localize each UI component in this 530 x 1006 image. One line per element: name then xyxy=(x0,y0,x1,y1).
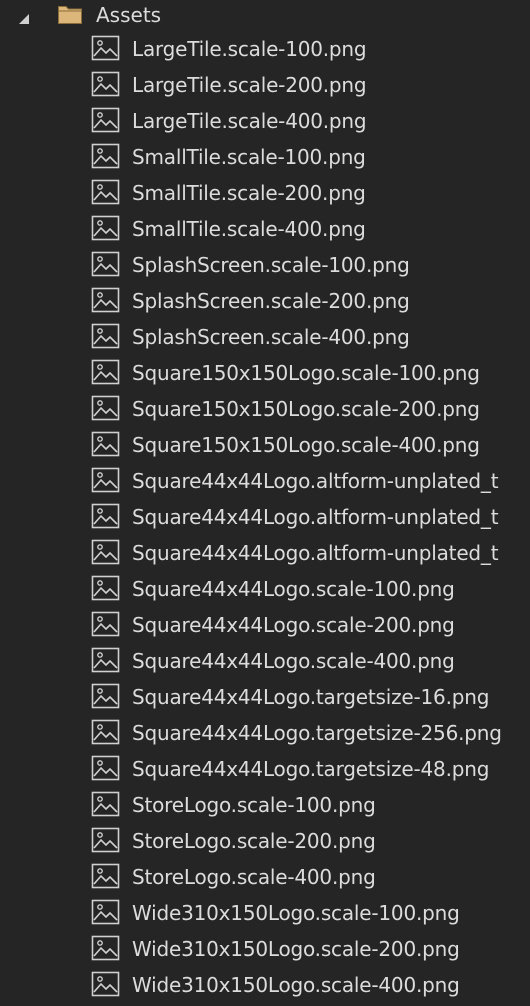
file-label: StoreLogo.scale-400.png xyxy=(132,865,376,889)
image-file-icon xyxy=(91,611,120,637)
file-label: LargeTile.scale-100.png xyxy=(132,37,367,61)
file-item[interactable]: Square150x150Logo.scale-200.png xyxy=(0,392,530,428)
file-label: Square44x44Logo.targetsize-256.png xyxy=(132,721,502,745)
image-file-icon xyxy=(91,143,120,169)
file-label: Square44x44Logo.altform-unplated_t xyxy=(132,469,499,493)
file-item[interactable]: Square44x44Logo.scale-100.png xyxy=(0,572,530,608)
file-item[interactable]: SmallTile.scale-200.png xyxy=(0,176,530,212)
file-label: Square150x150Logo.scale-100.png xyxy=(132,361,480,385)
file-label: Wide310x150Logo.scale-200.png xyxy=(132,937,460,961)
image-file-icon xyxy=(91,107,120,133)
file-label: Square44x44Logo.altform-unplated_t xyxy=(132,541,499,565)
image-file-icon xyxy=(91,791,120,817)
file-label: Square150x150Logo.scale-200.png xyxy=(132,397,480,421)
file-label: LargeTile.scale-200.png xyxy=(132,73,367,97)
file-label: LargeTile.scale-400.png xyxy=(132,109,367,133)
image-file-icon xyxy=(91,359,120,385)
file-item[interactable]: Square44x44Logo.scale-200.png xyxy=(0,608,530,644)
image-file-icon xyxy=(91,827,120,853)
file-item[interactable]: Square150x150Logo.scale-100.png xyxy=(0,356,530,392)
image-file-icon xyxy=(91,683,120,709)
image-file-icon xyxy=(91,35,120,61)
image-file-icon xyxy=(91,467,120,493)
file-label: SmallTile.scale-400.png xyxy=(132,217,366,241)
image-file-icon xyxy=(91,503,120,529)
image-file-icon xyxy=(91,287,120,313)
image-file-icon xyxy=(91,863,120,889)
file-item[interactable]: Square44x44Logo.targetsize-16.png xyxy=(0,680,530,716)
file-label: Square44x44Logo.targetsize-48.png xyxy=(132,757,490,781)
file-item[interactable]: StoreLogo.scale-100.png xyxy=(0,788,530,824)
file-item[interactable]: Wide310x150Logo.scale-400.png xyxy=(0,968,530,1004)
image-file-icon xyxy=(91,215,120,241)
file-item[interactable]: Wide310x150Logo.scale-100.png xyxy=(0,896,530,932)
file-label: StoreLogo.scale-100.png xyxy=(132,793,376,817)
file-item[interactable]: SplashScreen.scale-100.png xyxy=(0,248,530,284)
file-item[interactable]: Square44x44Logo.altform-unplated_t xyxy=(0,536,530,572)
file-label: Square44x44Logo.scale-200.png xyxy=(132,613,455,637)
file-item[interactable]: Square44x44Logo.scale-400.png xyxy=(0,644,530,680)
file-item[interactable]: Square150x150Logo.scale-400.png xyxy=(0,428,530,464)
solution-explorer-tree: Assets LargeTile.scale-100.png LargeTile.… xyxy=(0,0,530,1006)
file-list: LargeTile.scale-100.png LargeTile.scale-2… xyxy=(0,32,530,1004)
file-label: Square44x44Logo.scale-100.png xyxy=(132,577,455,601)
file-item[interactable]: Square44x44Logo.altform-unplated_t xyxy=(0,464,530,500)
file-item[interactable]: SplashScreen.scale-400.png xyxy=(0,320,530,356)
file-label: Wide310x150Logo.scale-100.png xyxy=(132,901,460,925)
image-file-icon xyxy=(91,899,120,925)
file-item[interactable]: SmallTile.scale-100.png xyxy=(0,140,530,176)
image-file-icon xyxy=(91,395,120,421)
file-label: Square44x44Logo.altform-unplated_t xyxy=(132,505,499,529)
file-item[interactable]: LargeTile.scale-100.png xyxy=(0,32,530,68)
image-file-icon xyxy=(91,539,120,565)
image-file-icon xyxy=(91,755,120,781)
image-file-icon xyxy=(91,323,120,349)
image-file-icon xyxy=(91,179,120,205)
file-item[interactable]: LargeTile.scale-400.png xyxy=(0,104,530,140)
image-file-icon xyxy=(91,719,120,745)
image-file-icon xyxy=(91,251,120,277)
image-file-icon xyxy=(91,935,120,961)
file-item[interactable]: StoreLogo.scale-200.png xyxy=(0,824,530,860)
folder-icon xyxy=(57,3,83,25)
expanded-arrow-icon[interactable] xyxy=(17,7,31,24)
file-label: StoreLogo.scale-200.png xyxy=(132,829,376,853)
image-file-icon xyxy=(91,647,120,673)
folder-label: Assets xyxy=(96,3,162,27)
file-item[interactable]: SmallTile.scale-400.png xyxy=(0,212,530,248)
file-item[interactable]: LargeTile.scale-200.png xyxy=(0,68,530,104)
file-label: SmallTile.scale-100.png xyxy=(132,145,366,169)
file-label: Wide310x150Logo.scale-400.png xyxy=(132,973,460,997)
file-label: SplashScreen.scale-400.png xyxy=(132,325,410,349)
file-label: SplashScreen.scale-200.png xyxy=(132,289,410,313)
file-label: SmallTile.scale-200.png xyxy=(132,181,366,205)
image-file-icon xyxy=(91,431,120,457)
file-label: Square44x44Logo.scale-400.png xyxy=(132,649,455,673)
image-file-icon xyxy=(91,971,120,997)
tree-node-assets-folder[interactable]: Assets xyxy=(0,0,530,32)
image-file-icon xyxy=(91,575,120,601)
file-item[interactable]: Wide310x150Logo.scale-200.png xyxy=(0,932,530,968)
file-label: SplashScreen.scale-100.png xyxy=(132,253,410,277)
image-file-icon xyxy=(91,71,120,97)
file-item[interactable]: Square44x44Logo.altform-unplated_t xyxy=(0,500,530,536)
file-label: Square150x150Logo.scale-400.png xyxy=(132,433,480,457)
file-item[interactable]: Square44x44Logo.targetsize-48.png xyxy=(0,752,530,788)
file-item[interactable]: SplashScreen.scale-200.png xyxy=(0,284,530,320)
file-item[interactable]: Square44x44Logo.targetsize-256.png xyxy=(0,716,530,752)
file-item[interactable]: StoreLogo.scale-400.png xyxy=(0,860,530,896)
file-label: Square44x44Logo.targetsize-16.png xyxy=(132,685,490,709)
